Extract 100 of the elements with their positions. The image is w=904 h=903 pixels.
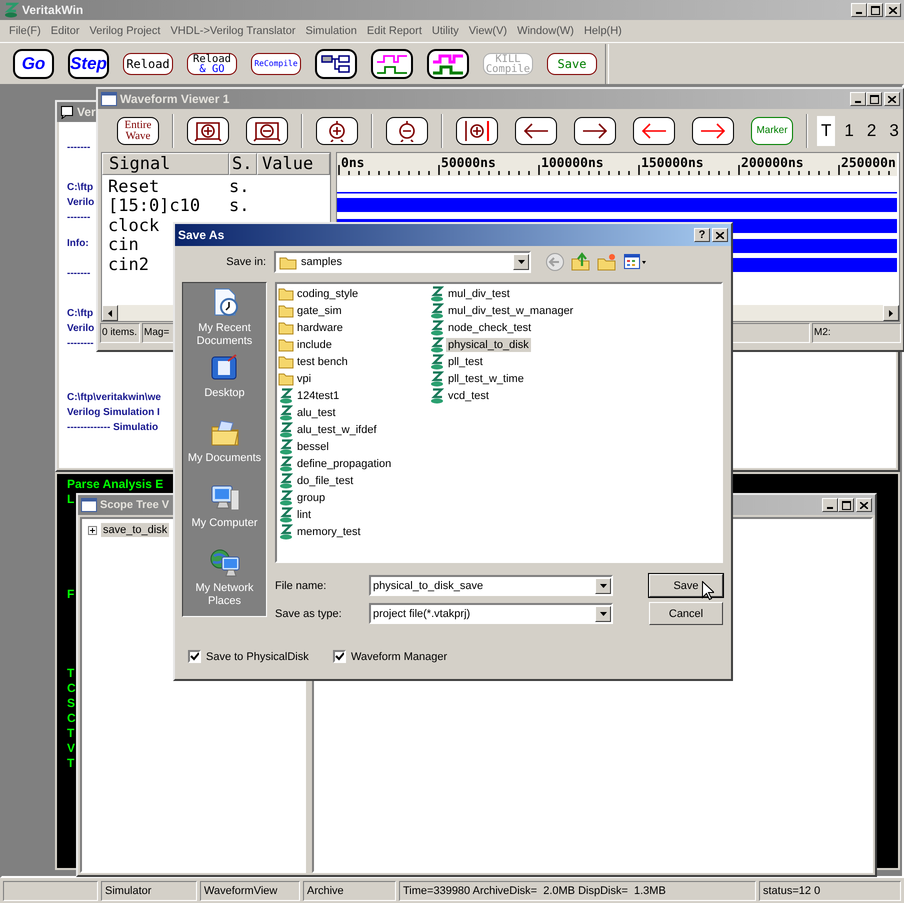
view-menu-icon[interactable]: [623, 253, 647, 271]
maximize-button[interactable]: [838, 498, 854, 512]
window-title: Waveform Viewer 1: [120, 92, 230, 106]
file-type-dropdown[interactable]: project file(*.vtakprj): [369, 603, 613, 624]
menu-item[interactable]: Simulation: [300, 25, 362, 37]
maximize-icon: [870, 6, 880, 14]
place-item[interactable]: My Documents: [183, 417, 266, 482]
file-item[interactable]: mul_div_test_w_manager: [429, 302, 580, 319]
toolbar-button[interactable]: Marker: [751, 116, 793, 144]
file-item[interactable]: coding_style: [278, 285, 429, 302]
window-title: Scope Tree V: [100, 499, 170, 511]
caret-icon: [600, 612, 606, 616]
menu-item[interactable]: Verilog Project: [84, 25, 166, 37]
dropdown-button[interactable]: [513, 254, 529, 270]
file-item[interactable]: test bench: [278, 353, 429, 370]
zoom-in-button[interactable]: [316, 116, 358, 144]
menu-item[interactable]: File(F): [4, 25, 46, 37]
zoom-box-button[interactable]: [187, 116, 229, 144]
minimize-button[interactable]: [851, 3, 867, 17]
file-item[interactable]: alu_test_w_ifdef: [278, 421, 429, 438]
log-line: --------: [67, 337, 94, 351]
file-item[interactable]: 124test1: [278, 387, 429, 404]
cursor-zoom-button[interactable]: [456, 116, 498, 144]
file-item[interactable]: define_propagation: [278, 455, 429, 472]
view-tab[interactable]: 3: [885, 116, 903, 146]
toolbar-button[interactable]: Reload & GO: [187, 52, 237, 74]
close-button[interactable]: [712, 228, 728, 242]
hierarchy-button[interactable]: [315, 48, 357, 78]
menu-item[interactable]: VHDL->Verilog Translator: [165, 25, 300, 37]
file-item[interactable]: bessel: [278, 438, 429, 455]
save-in-dropdown[interactable]: samples: [274, 251, 531, 273]
cancel-button[interactable]: Cancel: [649, 602, 723, 625]
waveform-button[interactable]: [427, 48, 469, 78]
column-header[interactable]: Value: [257, 153, 330, 175]
console-line: C: [67, 681, 76, 696]
file-name-label: File name:: [275, 580, 328, 592]
file-item[interactable]: vpi: [278, 370, 429, 387]
maximize-button[interactable]: [867, 3, 883, 17]
minimize-button[interactable]: [822, 498, 838, 512]
menu-item[interactable]: Help(H): [578, 25, 627, 37]
close-button[interactable]: [885, 3, 901, 17]
help-button[interactable]: ?: [694, 228, 710, 242]
folder-icon: [278, 372, 294, 386]
signal-name[interactable]: Reset: [108, 176, 229, 197]
folder-up-icon[interactable]: [571, 252, 591, 272]
toolbar-button[interactable]: Step: [68, 48, 109, 78]
file-item[interactable]: lint: [278, 506, 429, 523]
place-item[interactable]: My Network Places: [183, 547, 266, 612]
expand-icon[interactable]: [88, 526, 97, 534]
view-tab[interactable]: 2: [862, 116, 880, 146]
zoom-out-button[interactable]: [386, 116, 428, 144]
time-label: 0ns: [341, 156, 364, 171]
tree-item[interactable]: save_to_disk: [101, 523, 170, 537]
scroll-right-button[interactable]: [574, 116, 616, 144]
scroll-left-button[interactable]: [515, 116, 557, 144]
column-header[interactable]: S.: [229, 153, 257, 175]
checkbox[interactable]: [333, 650, 346, 663]
file-item[interactable]: pll_test_w_time: [429, 370, 580, 387]
column-header[interactable]: Signal: [102, 153, 229, 175]
dialog-title: Save As: [178, 228, 224, 242]
checkbox[interactable]: [188, 650, 201, 663]
file-item[interactable]: alu_test: [278, 404, 429, 421]
zoom-out-box-button[interactable]: [246, 116, 288, 144]
dropdown-button[interactable]: [595, 606, 611, 622]
menu-item[interactable]: Editor: [46, 25, 85, 37]
file-item[interactable]: vcd_test: [429, 387, 580, 404]
signal-state: s.: [229, 176, 250, 197]
menu-item[interactable]: Utility: [426, 25, 464, 37]
scroll-left-button[interactable]: [633, 116, 675, 144]
view-tab[interactable]: T: [817, 116, 836, 146]
toolbar-button[interactable]: Go: [13, 48, 54, 78]
menu-item[interactable]: Window(W): [512, 25, 579, 37]
toolbar-button[interactable]: Entire Wave: [117, 116, 159, 144]
menu-item[interactable]: Edit Report: [362, 25, 427, 37]
save-button[interactable]: Save: [649, 574, 723, 597]
close-button[interactable]: [856, 498, 872, 512]
close-button[interactable]: [884, 92, 900, 106]
minimize-button[interactable]: [850, 92, 866, 106]
place-item[interactable]: Desktop: [183, 352, 266, 417]
toolbar-button[interactable]: Save: [547, 52, 597, 74]
folder-icon: [278, 338, 294, 352]
waveform-button[interactable]: [371, 48, 413, 78]
menu-item[interactable]: View(V): [464, 25, 512, 37]
file-item[interactable]: memory_test: [278, 523, 429, 540]
file-name-field[interactable]: physical_to_disk_save: [369, 575, 613, 596]
toolbar-button[interactable]: ReCompile: [251, 52, 301, 74]
place-item[interactable]: My Computer: [183, 482, 266, 547]
file-item[interactable]: gate_sim: [278, 302, 429, 319]
file-item[interactable]: do_file_test: [278, 472, 429, 489]
file-item[interactable]: group: [278, 489, 429, 506]
dropdown-button[interactable]: [595, 578, 611, 594]
maximize-button[interactable]: [866, 92, 882, 106]
file-item[interactable]: pll_test: [429, 353, 580, 370]
view-tab[interactable]: 1: [840, 116, 858, 146]
toolbar-button[interactable]: Reload: [123, 52, 173, 74]
file-item[interactable]: mul_div_test: [429, 285, 580, 302]
scroll-right-button[interactable]: [692, 116, 734, 144]
signal-name[interactable]: [15:0]c10: [108, 196, 229, 216]
status-cell: 0 items.: [100, 323, 140, 343]
file-icon: [278, 456, 294, 472]
